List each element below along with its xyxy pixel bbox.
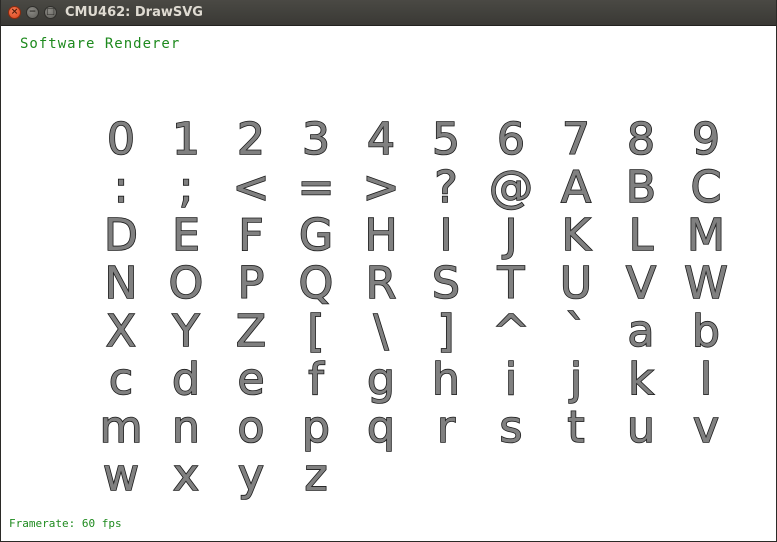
- glyph: `: [565, 306, 587, 357]
- glyph: 7: [562, 114, 590, 165]
- glyph: 5: [432, 114, 460, 165]
- glyph: K: [562, 210, 592, 261]
- glyph: r: [437, 402, 456, 453]
- glyph: z: [304, 450, 327, 501]
- glyph: n: [172, 402, 200, 453]
- glyph: e: [237, 354, 264, 405]
- glyph: d: [172, 354, 200, 405]
- glyph: P: [238, 258, 265, 309]
- drawing-canvas[interactable]: 0 1 2 3 4 5 6 7 8 9:; < = >? @ A B C D E F G H I J K L M N O P Q R S T U V W…: [1, 26, 776, 516]
- glyph: ]: [437, 306, 454, 357]
- glyph: k: [628, 354, 654, 405]
- glyph: Z: [236, 306, 266, 357]
- glyph: s: [500, 402, 523, 453]
- glyph: ^: [493, 306, 530, 357]
- glyph: B: [626, 162, 656, 213]
- glyph: [: [307, 306, 324, 357]
- glyph: D: [104, 210, 138, 261]
- glyph: <: [233, 162, 270, 213]
- glyph: 9: [692, 114, 720, 165]
- glyph: c: [109, 354, 133, 405]
- glyph: W: [684, 258, 728, 309]
- glyph: F: [238, 210, 263, 261]
- glyph: ;: [179, 162, 194, 213]
- glyph: >: [363, 162, 400, 213]
- glyph: ?: [434, 162, 457, 213]
- glyph: w: [103, 450, 139, 501]
- glyph: \: [374, 306, 389, 357]
- glyph: E: [172, 210, 200, 261]
- glyph: V: [626, 258, 656, 309]
- glyph: :: [114, 162, 129, 213]
- glyph: 2: [237, 114, 265, 165]
- glyph: G: [299, 210, 333, 261]
- glyph: Y: [172, 306, 200, 357]
- glyph: 1: [172, 114, 200, 165]
- glyph: q: [367, 402, 395, 453]
- glyph: S: [432, 258, 460, 309]
- glyph: t: [567, 402, 584, 453]
- glyph: @: [489, 162, 533, 213]
- glyph: L: [629, 210, 654, 261]
- window-title: CMU462: DrawSVG: [65, 5, 203, 20]
- glyph: A: [561, 162, 591, 213]
- title-bar[interactable]: × − □ CMU462: DrawSVG: [1, 0, 776, 26]
- glyph-grid: 0 1 2 3 4 5 6 7 8 9:; < = >? @ A B C D E F G H I J K L M N O P Q R S T U V W…: [99, 113, 729, 502]
- glyph: m: [100, 402, 143, 453]
- glyph: 4: [367, 114, 395, 165]
- glyph: j: [569, 354, 582, 405]
- glyph: C: [691, 162, 722, 213]
- glyph: b: [692, 306, 720, 357]
- glyph: 6: [497, 114, 525, 165]
- glyph: X: [106, 306, 136, 357]
- glyph: u: [627, 402, 655, 453]
- glyph: H: [364, 210, 397, 261]
- glyph: U: [560, 258, 592, 309]
- glyph: h: [432, 354, 460, 405]
- glyph: 0: [107, 114, 135, 165]
- glyph: N: [105, 258, 138, 309]
- minimize-icon[interactable]: −: [26, 6, 39, 19]
- glyph: i: [505, 354, 517, 405]
- framerate-label: Framerate: 60 fps: [9, 517, 122, 530]
- glyph: p: [302, 402, 330, 453]
- glyph: J: [502, 210, 518, 261]
- close-icon[interactable]: ×: [8, 6, 21, 19]
- glyph: a: [628, 306, 655, 357]
- glyph: I: [440, 210, 453, 261]
- glyph: T: [497, 258, 525, 309]
- glyph: v: [693, 402, 719, 453]
- glyph: R: [366, 258, 397, 309]
- drawsvg-window: × − □ CMU462: DrawSVG Software Renderer …: [0, 0, 777, 542]
- glyph: M: [687, 210, 725, 261]
- glyph: x: [173, 450, 199, 501]
- glyph: f: [308, 354, 325, 405]
- glyph: 8: [627, 114, 655, 165]
- glyph: l: [700, 354, 712, 405]
- glyph: g: [367, 354, 395, 405]
- glyph: O: [169, 258, 204, 309]
- glyph: o: [238, 402, 265, 453]
- glyph: y: [238, 450, 264, 501]
- glyph: =: [298, 162, 335, 213]
- glyph: Q: [299, 258, 334, 309]
- maximize-icon[interactable]: □: [44, 6, 57, 19]
- glyph: 3: [302, 114, 330, 165]
